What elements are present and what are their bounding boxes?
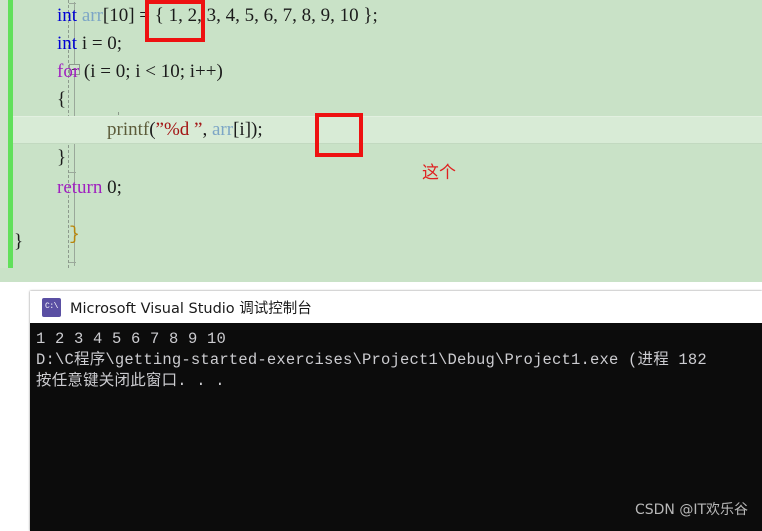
token-punct: i = 0; [77,33,123,54]
token-punct: , [202,119,212,140]
editor-bottom-area [0,268,762,282]
array-size-box [145,0,205,42]
token-string: ”%d ” [155,119,203,140]
token-identifier: arr [212,119,234,140]
code-line[interactable]: for (i = 0; i < 10; i++) [57,58,223,86]
code-text-layer[interactable]: int arr[10] = { 1, 2, 3, 4, 5, 6, 7, 8, … [0,0,762,282]
code-line[interactable]: int i = 0; [57,30,122,58]
token-punct: [i]); [233,119,263,140]
console-titlebar[interactable]: Microsoft Visual Studio 调试控制台 [30,291,762,323]
watermark-label: CSDN @IT欢乐谷 [634,502,748,518]
token-punct: 0; [102,177,122,198]
console-title: Microsoft Visual Studio 调试控制台 [70,300,312,317]
token-keyword: int [57,5,78,26]
token-punct: } [14,231,24,252]
token-punct: } [57,147,67,168]
console-output-line: D:\C程序\getting-started-exercises\Project… [36,351,707,369]
code-line[interactable]: { [57,86,66,114]
code-line[interactable]: } [14,228,23,256]
token-keyword: int [57,33,78,54]
code-line[interactable]: int arr[10] = { 1, 2, 3, 4, 5, 6, 7, 8, … [57,2,378,30]
token-function: printf [107,119,150,140]
code-line[interactable]: printf(”%d ”, arr[i]); [107,116,263,144]
console-output-line: 按任意键关闭此窗口. . . [36,372,225,390]
annotation-label: 这个 [422,163,456,183]
code-editor-pane[interactable]: } int arr[10] = { 1, 2, 3, 4, 5, 6, 7, 8… [0,0,762,282]
debug-console-window[interactable]: Microsoft Visual Studio 调试控制台 1 2 3 4 5 … [30,291,762,531]
token-keyword: for [57,61,80,82]
console-cmd-icon [42,297,61,317]
token-identifier: arr [81,5,103,26]
token-keyword: return [57,177,103,198]
token-punct: (i = 0; i < 10; i++) [79,61,223,82]
array-index-box [315,113,363,157]
console-output-line: 1 2 3 4 5 6 7 8 9 10 [36,330,227,348]
code-line[interactable]: return 0; [57,174,122,202]
code-line[interactable]: } [57,144,66,172]
token-punct: { [57,89,67,110]
